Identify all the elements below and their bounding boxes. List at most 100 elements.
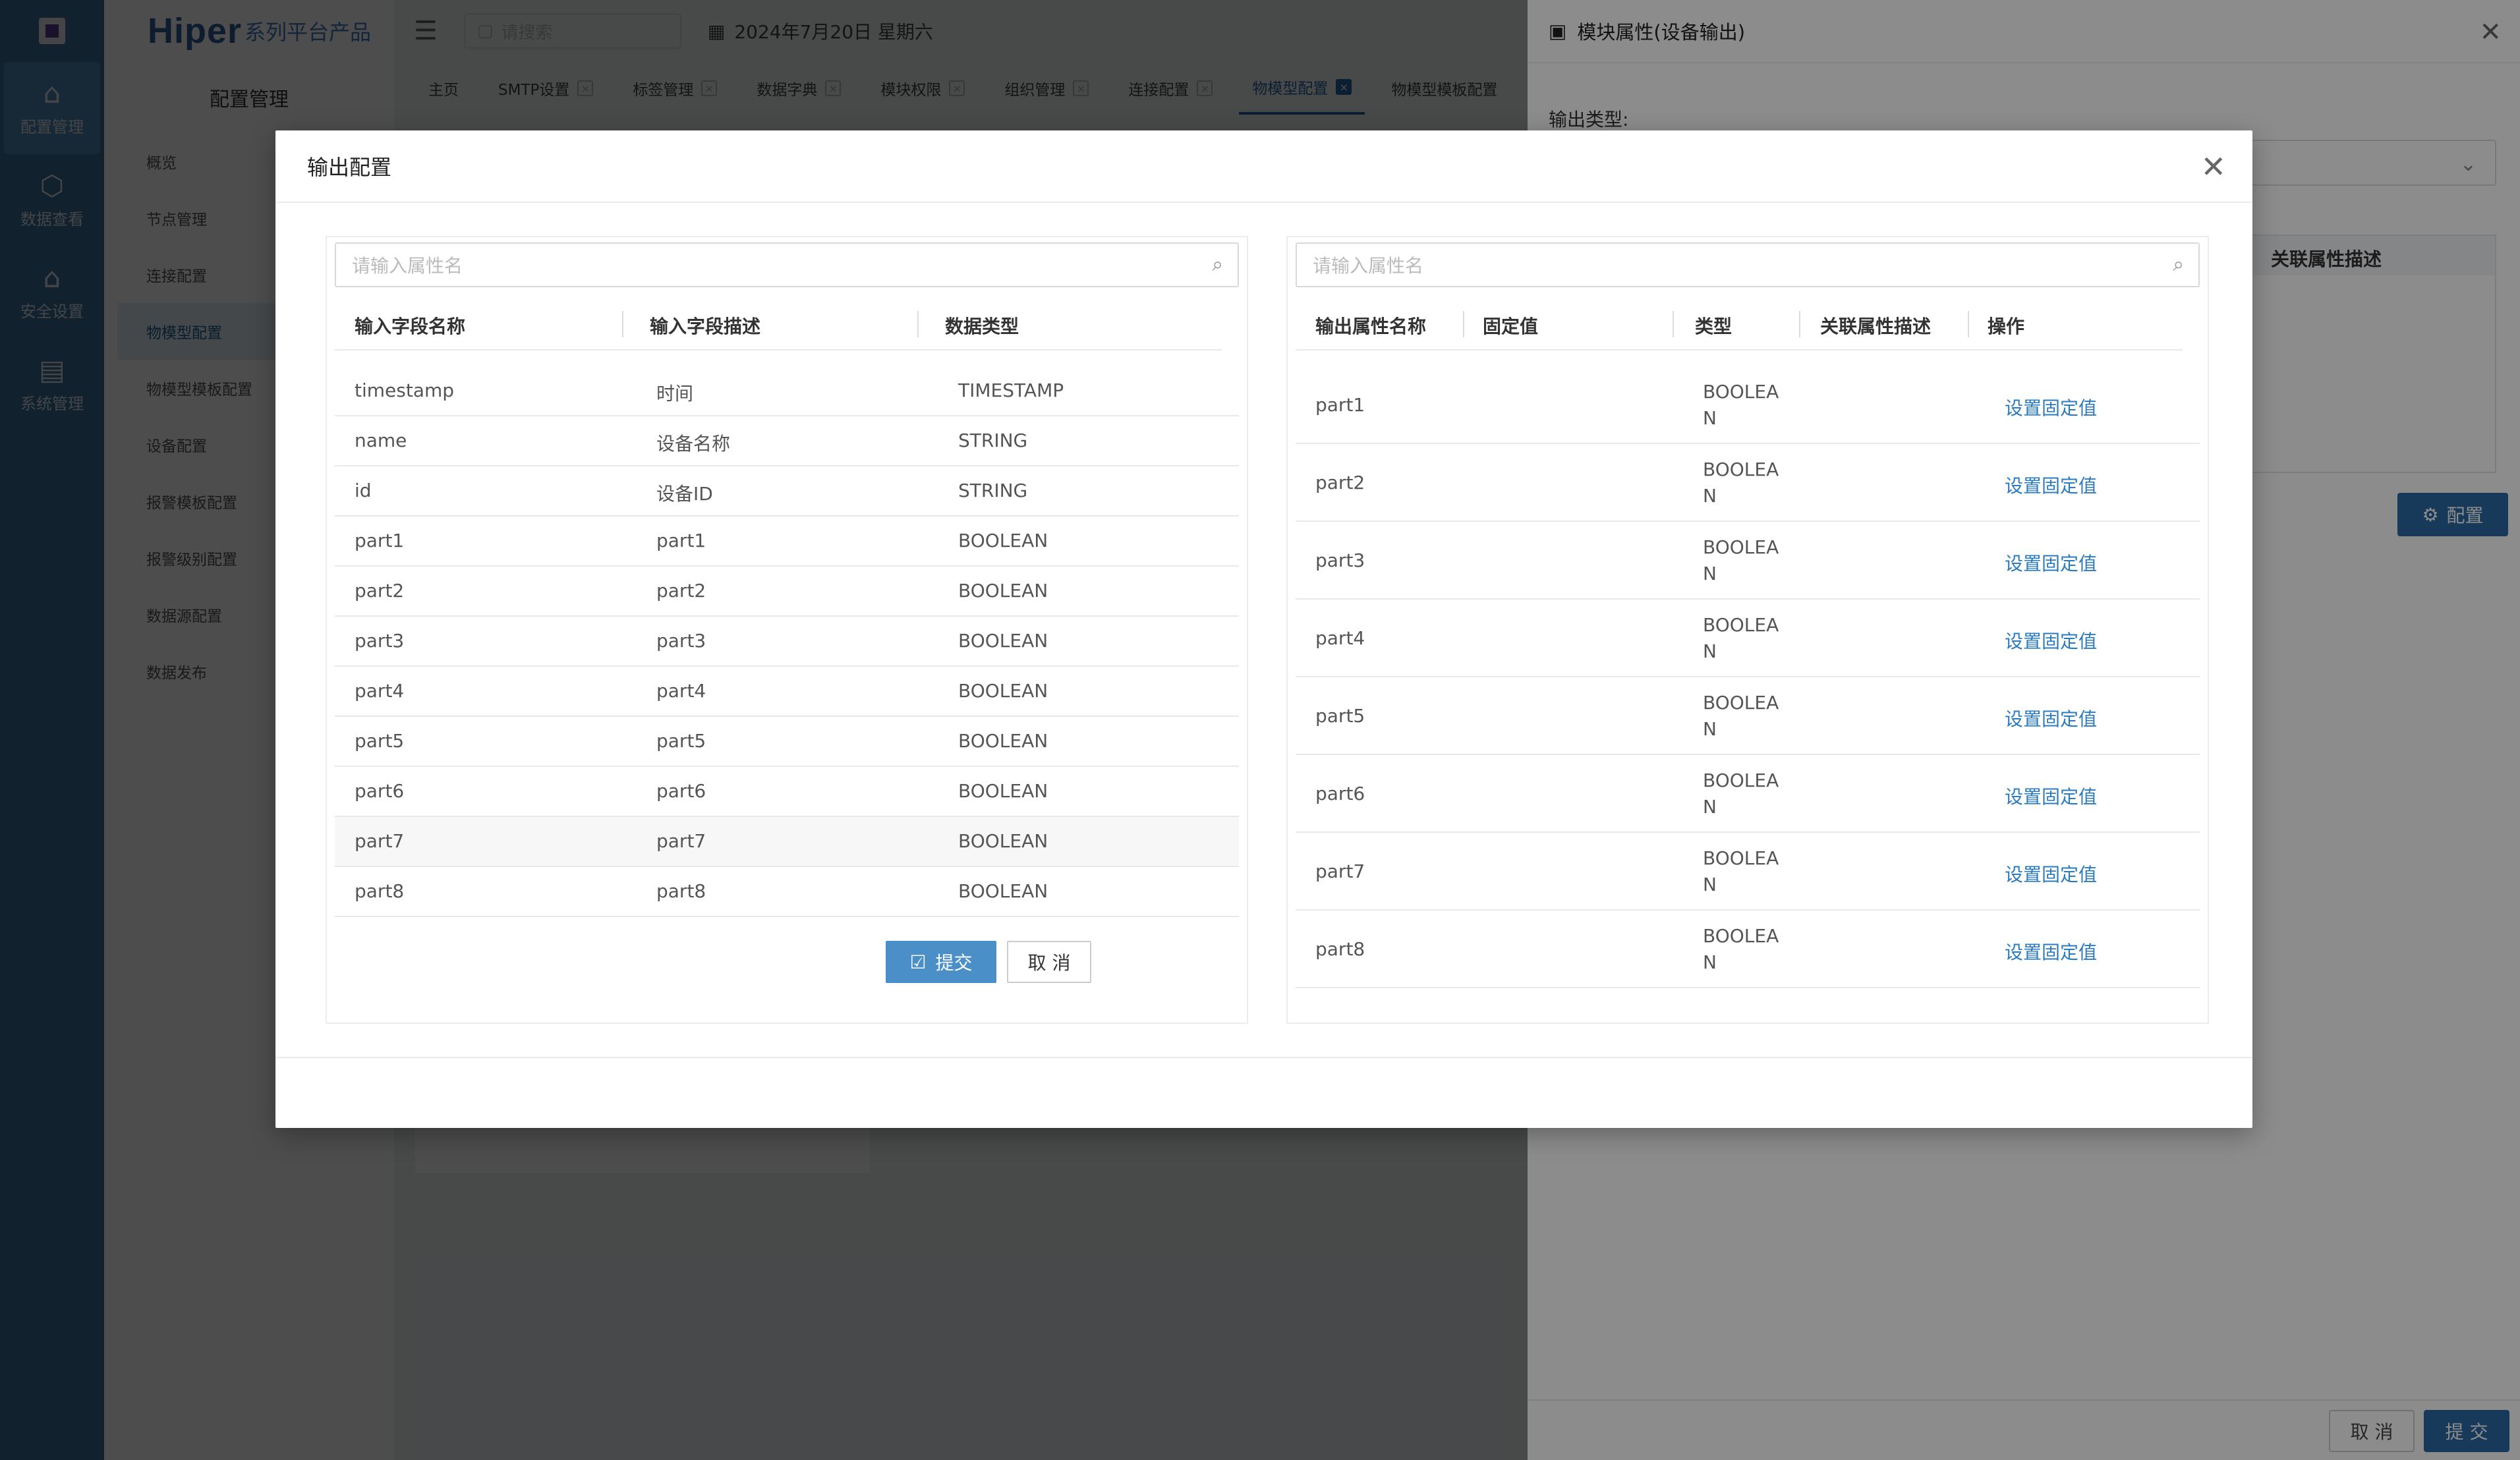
table-cell-desc: part1	[656, 530, 706, 551]
input-fields-panel: 请输入属性名 ⌕ 输入字段名称 输入字段描述 数据类型 timestamp 时间 T…	[326, 236, 1248, 1024]
column-header: 输入字段名称	[355, 316, 466, 337]
table-row: part5 BOOLEA N 设置固定值	[1296, 677, 2200, 755]
table-cell-name: part7	[1315, 860, 1365, 882]
column-header: 关联属性描述	[1820, 316, 1932, 337]
set-fixed-value-link[interactable]: 设置固定值	[2005, 783, 2097, 809]
table-row: part7 BOOLEA N 设置固定值	[1296, 833, 2200, 911]
table-row[interactable]: part7 part7 BOOLEAN	[335, 817, 1239, 867]
table-cell-desc: part7	[656, 830, 706, 852]
modal-submit-button[interactable]: ☑ 提交	[886, 941, 996, 983]
table-row[interactable]: part6 part6 BOOLEAN	[335, 767, 1239, 817]
table-cell-type: TIMESTAMP	[958, 379, 1064, 401]
table-cell-type: BOOLEAN	[958, 680, 1048, 702]
set-fixed-value-link[interactable]: 设置固定值	[2005, 705, 2097, 731]
table-row[interactable]: name 设备名称 STRING	[335, 416, 1239, 466]
table-cell-name: part6	[355, 780, 405, 802]
table-row[interactable]: timestamp 时间 TIMESTAMP	[335, 366, 1239, 416]
table-cell-type: BOOLEA	[1703, 770, 1779, 791]
table-cell-type: STRING	[958, 430, 1028, 451]
column-header: 数据类型	[945, 316, 1019, 337]
search-icon[interactable]: ⌕	[2173, 253, 2184, 276]
column-divider	[917, 311, 919, 337]
table-cell-name: part8	[355, 880, 405, 902]
table-cell-desc: part2	[656, 580, 706, 602]
table-cell-type: BOOLEAN	[958, 830, 1048, 852]
table-cell-name: part1	[1315, 394, 1365, 416]
table-cell-name: id	[355, 480, 372, 501]
table-row[interactable]: part2 part2 BOOLEAN	[335, 567, 1239, 617]
set-fixed-value-link[interactable]: 设置固定值	[2005, 472, 2097, 498]
table-cell-name: part2	[1315, 472, 1365, 493]
column-header: 输入字段描述	[650, 316, 761, 337]
table-cell-name: part6	[1315, 783, 1365, 804]
table-cell-name: part5	[355, 730, 405, 752]
output-config-modal: 输出配置 ✕ 请输入属性名 ⌕ 输入字段名称 输入字段描述 数据类型 times…	[275, 130, 2252, 1128]
set-fixed-value-link[interactable]: 设置固定值	[2005, 549, 2097, 576]
table-cell-name: part5	[1315, 705, 1365, 727]
column-divider	[1799, 311, 1800, 337]
table-cell-type: BOOLEAN	[958, 880, 1048, 902]
input-field-search[interactable]: 请输入属性名 ⌕	[335, 242, 1239, 287]
set-fixed-value-link[interactable]: 设置固定值	[2005, 938, 2097, 965]
table-cell-name: part4	[1315, 627, 1365, 649]
submit-label: 提交	[935, 952, 973, 974]
search-placeholder: 请输入属性名	[352, 255, 463, 277]
table-row[interactable]: part1 part1 BOOLEAN	[335, 517, 1239, 567]
table-cell-desc: part5	[656, 730, 706, 752]
search-placeholder: 请输入属性名	[1313, 255, 1424, 277]
table-cell-type: BOOLEA	[1703, 692, 1779, 714]
column-divider	[1968, 311, 1969, 337]
output-property-search[interactable]: 请输入属性名 ⌕	[1296, 242, 2200, 287]
checkbox-check-icon: ☑	[909, 951, 927, 973]
table-cell-desc: 设备ID	[656, 483, 713, 505]
table-cell-type: BOOLEAN	[958, 780, 1048, 802]
table-row[interactable]: part8 part8 BOOLEAN	[335, 867, 1239, 917]
table-cell-type: BOOLEA	[1703, 459, 1779, 480]
table-cell-type-wrap: N	[1703, 563, 1717, 584]
table-cell-name: name	[355, 430, 407, 451]
set-fixed-value-link[interactable]: 设置固定值	[2005, 394, 2097, 420]
table-cell-name: part3	[1315, 549, 1365, 571]
table-cell-type-wrap: N	[1703, 951, 1717, 973]
column-divider	[1463, 311, 1464, 337]
column-divider	[622, 311, 623, 337]
modal-footer	[275, 1057, 2252, 1128]
table-row[interactable]: part5 part5 BOOLEAN	[335, 717, 1239, 767]
output-properties-panel: 请输入属性名 ⌕ 输出属性名称 固定值 类型 关联属性描述 操作 part1 BO…	[1286, 236, 2209, 1024]
table-row: part4 BOOLEA N 设置固定值	[1296, 600, 2200, 677]
table-cell-type: BOOLEA	[1703, 536, 1779, 558]
table-cell-desc: part4	[656, 680, 706, 702]
table-row[interactable]: part3 part3 BOOLEAN	[335, 617, 1239, 667]
table-cell-desc: part6	[656, 780, 706, 802]
table-cell-type: BOOLEA	[1703, 847, 1779, 869]
table-cell-type: STRING	[958, 480, 1028, 501]
table-cell-type: BOOLEAN	[958, 580, 1048, 602]
modal-title: 输出配置	[307, 155, 392, 180]
column-header: 固定值	[1483, 316, 1539, 337]
set-fixed-value-link[interactable]: 设置固定值	[2005, 627, 2097, 654]
table-cell-name: part7	[355, 830, 405, 852]
column-header: 类型	[1695, 316, 1732, 337]
table-cell-name: part2	[355, 580, 405, 602]
table-cell-type-wrap: N	[1703, 640, 1717, 662]
table-row[interactable]: id 设备ID STRING	[335, 466, 1239, 517]
table-cell-type: BOOLEA	[1703, 925, 1779, 947]
table-row[interactable]: part4 part4 BOOLEAN	[335, 667, 1239, 717]
table-cell-type: BOOLEAN	[958, 530, 1048, 551]
close-icon[interactable]: ✕	[2200, 149, 2226, 184]
table-cell-desc: 时间	[656, 383, 694, 405]
table-row: part3 BOOLEA N 设置固定值	[1296, 522, 2200, 600]
table-cell-type-wrap: N	[1703, 485, 1717, 507]
modal-cancel-button[interactable]: 取 消	[1007, 941, 1091, 983]
table-cell-name: part4	[355, 680, 405, 702]
set-fixed-value-link[interactable]: 设置固定值	[2005, 860, 2097, 887]
search-icon[interactable]: ⌕	[1212, 253, 1223, 276]
table-row: part6 BOOLEA N 设置固定值	[1296, 755, 2200, 833]
table-cell-type-wrap: N	[1703, 407, 1717, 429]
table-cell-type: BOOLEA	[1703, 381, 1779, 403]
table-cell-desc: part8	[656, 880, 706, 902]
table-cell-type: BOOLEAN	[958, 730, 1048, 752]
table-cell-name: part3	[355, 630, 405, 652]
table-cell-type-wrap: N	[1703, 796, 1717, 818]
table-header: 输出属性名称 固定值 类型 关联属性描述 操作	[1296, 296, 2183, 351]
